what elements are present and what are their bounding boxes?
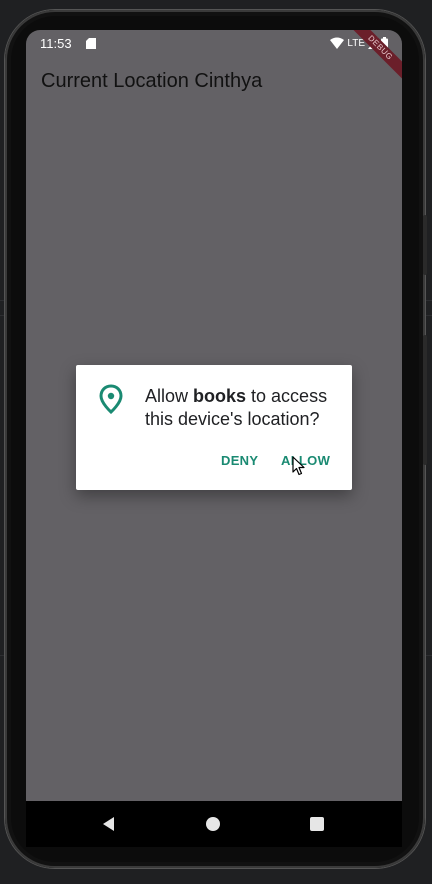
status-bar: 11:53 LTE: [26, 30, 402, 56]
home-icon[interactable]: [204, 815, 222, 833]
device-screen: 11:53 LTE DEBUG Current Location Cinthya…: [26, 30, 402, 801]
dialog-app-name: books: [193, 386, 247, 406]
location-pin-icon: [99, 384, 123, 414]
volume-button: [423, 335, 427, 465]
power-button: [423, 215, 427, 275]
wifi-icon: [330, 37, 345, 49]
recents-icon[interactable]: [308, 815, 326, 833]
deny-button[interactable]: DENY: [221, 453, 258, 468]
status-time: 11:53: [40, 36, 72, 51]
location-permission-dialog: Allow books to access this device's loca…: [76, 365, 352, 490]
dialog-message: Allow books to access this device's loca…: [145, 385, 345, 431]
back-icon[interactable]: [100, 815, 118, 833]
navigation-bar: [26, 801, 402, 847]
mouse-cursor-icon: [292, 456, 305, 476]
page-title: Current Location Cinthya: [41, 70, 263, 92]
dialog-message-prefix: Allow: [145, 386, 194, 406]
sd-card-icon: [86, 38, 96, 49]
